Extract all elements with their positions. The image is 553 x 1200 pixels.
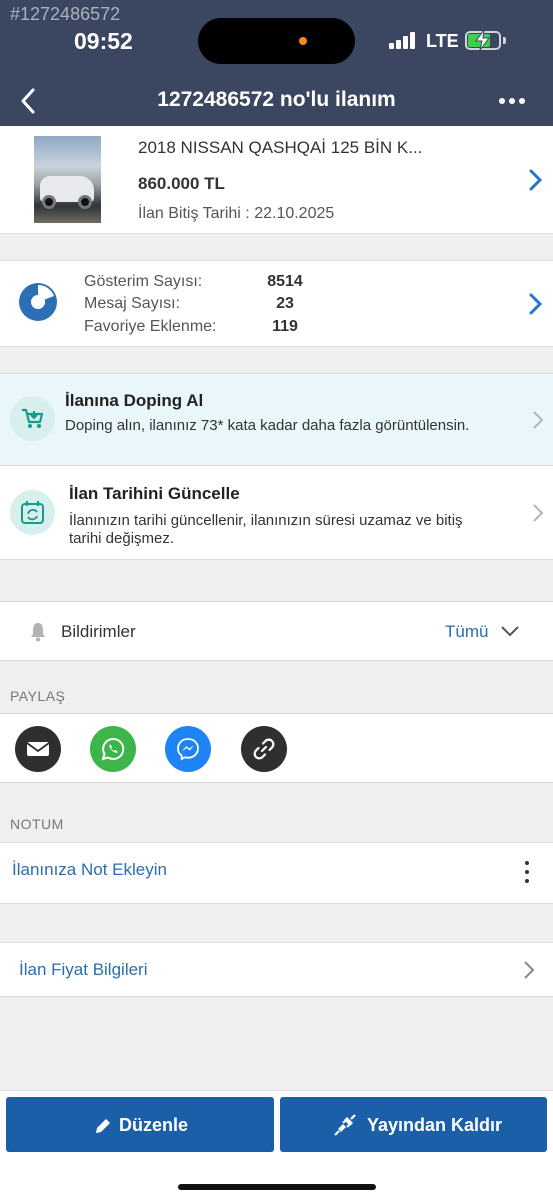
notifications-label: Bildirimler bbox=[61, 622, 136, 641]
messenger-icon bbox=[177, 738, 199, 761]
update-date-description-line1: İlanınızın tarihi güncellenir, ilanınızı… bbox=[69, 512, 463, 529]
stat-label-favorites: Favoriye Eklenme: bbox=[84, 318, 217, 335]
clock: 09:52 bbox=[74, 28, 133, 54]
edit-button[interactable]: Düzenle bbox=[6, 1097, 274, 1152]
note-row: İlanınıza Not Ekleyin bbox=[0, 842, 553, 904]
pencil-icon bbox=[96, 1119, 110, 1133]
car-thumbnail bbox=[34, 136, 101, 223]
edit-button-label: Düzenle bbox=[119, 1115, 189, 1135]
stat-label-messages: Mesaj Sayısı: bbox=[84, 295, 181, 312]
home-indicator[interactable] bbox=[178, 1184, 376, 1190]
chevron-down-icon[interactable] bbox=[500, 624, 520, 638]
calendar-refresh-icon bbox=[10, 490, 55, 535]
more-options-button[interactable] bbox=[494, 86, 530, 116]
share-copy-link-button[interactable] bbox=[241, 726, 287, 772]
share-whatsapp-button[interactable] bbox=[90, 726, 136, 772]
bottom-action-bar: Düzenle Yayından Kaldır bbox=[0, 1090, 553, 1200]
battery-icon bbox=[465, 30, 501, 50]
update-date-promo[interactable]: İlan Tarihini Güncelle İlanınızın tarihi… bbox=[0, 465, 553, 560]
network-type: LTE bbox=[426, 31, 459, 51]
unpublish-button-label: Yayından Kaldır bbox=[367, 1115, 503, 1135]
recording-dot-icon bbox=[299, 37, 307, 45]
mail-icon bbox=[26, 742, 50, 756]
price-info-link[interactable]: İlan Fiyat Bilgileri bbox=[19, 960, 148, 980]
pie-chart-icon bbox=[19, 283, 57, 321]
price-info-row[interactable]: İlan Fiyat Bilgileri bbox=[0, 942, 553, 997]
whatsapp-icon bbox=[101, 737, 125, 761]
doping-promo[interactable]: İlanına Doping Al Doping alın, ilanınız … bbox=[0, 373, 553, 465]
overlay-id-text: #1272486572 bbox=[10, 4, 121, 24]
share-section-label: PAYLAŞ bbox=[10, 688, 66, 704]
chevron-right-icon bbox=[529, 169, 543, 191]
stat-label-views: Gösterim Sayısı: bbox=[84, 273, 203, 290]
page-title: 1272486572 no'lu ilanım bbox=[157, 88, 396, 111]
unplug-icon bbox=[334, 1114, 356, 1136]
doping-description: Doping alın, ilanınız 73* kata kadar dah… bbox=[65, 417, 470, 434]
unpublish-button[interactable]: Yayından Kaldır bbox=[280, 1097, 547, 1152]
battery-tip bbox=[503, 37, 506, 44]
chevron-right-icon bbox=[524, 961, 535, 979]
chevron-right-icon bbox=[533, 504, 544, 522]
doping-title: İlanına Doping Al bbox=[65, 391, 204, 410]
listing-end-date: İlan Bitiş Tarihi : 22.10.2025 bbox=[138, 205, 335, 222]
share-mail-button[interactable] bbox=[15, 726, 61, 772]
more-horizontal-icon bbox=[499, 98, 525, 104]
cart-icon bbox=[10, 396, 55, 441]
chevron-right-icon bbox=[529, 293, 543, 315]
note-options-button[interactable] bbox=[520, 859, 534, 885]
note-section-label: NOTUM bbox=[10, 816, 64, 832]
share-messenger-button[interactable] bbox=[165, 726, 211, 772]
update-date-title: İlan Tarihini Güncelle bbox=[69, 484, 240, 503]
notifications-row[interactable]: Bildirimler Tümü bbox=[0, 601, 553, 661]
listing-price: 860.000 TL bbox=[138, 174, 225, 193]
signal-strength-icon bbox=[389, 32, 417, 49]
chevron-right-icon bbox=[533, 411, 544, 429]
status-bar: #1272486572 09:52 LTE bbox=[0, 0, 553, 78]
listing-summary[interactable]: 2018 NISSAN QASHQAİ 125 BİN K... 860.000… bbox=[0, 126, 553, 234]
stat-value-views: 8514 bbox=[267, 273, 303, 290]
bell-icon bbox=[31, 623, 45, 642]
stat-value-messages: 23 bbox=[276, 295, 294, 312]
link-icon bbox=[253, 738, 275, 760]
stat-value-favorites: 119 bbox=[272, 318, 298, 335]
add-note-link[interactable]: İlanınıza Not Ekleyin bbox=[12, 860, 167, 880]
update-date-description-line2: tarihi değişmez. bbox=[69, 530, 175, 547]
dynamic-island bbox=[198, 18, 355, 64]
notifications-dropdown[interactable]: Tümü bbox=[445, 622, 488, 642]
listing-stats[interactable]: Gösterim Sayısı: 8514 Mesaj Sayısı: 23 F… bbox=[0, 260, 553, 347]
share-row bbox=[0, 713, 553, 783]
listing-title: 2018 NISSAN QASHQAİ 125 BİN K... bbox=[138, 138, 423, 157]
header: 1272486572 no'lu ilanım bbox=[0, 78, 553, 126]
